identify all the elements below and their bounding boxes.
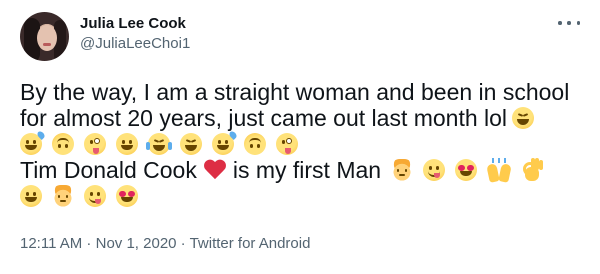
tweet-source-link[interactable]: Twitter for Android bbox=[190, 235, 311, 252]
tweet-time[interactable]: 12:11 AM bbox=[20, 235, 82, 252]
separator: · bbox=[176, 235, 190, 252]
more-options-icon[interactable] bbox=[558, 16, 580, 30]
dot bbox=[567, 21, 571, 25]
grinning-face-with-sweat-icon bbox=[212, 133, 234, 155]
grinning-face-with-sweat-icon bbox=[20, 133, 42, 155]
tweet-date[interactable]: Nov 1, 2020 bbox=[96, 235, 177, 252]
person-blond-hair-icon bbox=[52, 185, 74, 207]
upside-down-face-icon bbox=[244, 133, 266, 155]
upside-down-face-icon bbox=[52, 133, 74, 155]
smiling-face-with-heart-eyes-icon bbox=[455, 159, 478, 181]
face-with-tears-of-joy-icon bbox=[146, 133, 172, 155]
dot bbox=[558, 21, 562, 25]
tweet-line bbox=[20, 131, 590, 157]
ok-hand-icon bbox=[521, 158, 544, 182]
person-blond-hair-icon bbox=[391, 159, 414, 181]
separator: · bbox=[82, 235, 96, 252]
tweet-metadata: 12:11 AM · Nov 1, 2020 · Twitter for And… bbox=[20, 234, 310, 254]
tweet-text-segment: Tim Donald Cook bbox=[20, 157, 197, 183]
avatar-lips bbox=[43, 43, 51, 46]
dot bbox=[576, 21, 580, 25]
tweet-text-segment: is my first Man bbox=[232, 157, 382, 183]
avatar-face bbox=[37, 25, 57, 51]
red-heart-icon bbox=[203, 159, 227, 181]
winking-face-with-tongue-icon bbox=[84, 133, 106, 155]
face-savoring-food-icon bbox=[84, 185, 106, 207]
display-name[interactable]: Julia Lee Cook bbox=[80, 14, 190, 34]
grinning-face-icon bbox=[116, 133, 138, 155]
tweet-line: for almost 20 years, just came out last … bbox=[20, 105, 590, 131]
tweet: Julia Lee Cook @JuliaLeeChoi1 By the way… bbox=[0, 0, 600, 274]
grinning-squinting-face-icon bbox=[180, 133, 202, 155]
face-savoring-food-icon bbox=[423, 159, 446, 181]
author-names: Julia Lee Cook @JuliaLeeChoi1 bbox=[80, 14, 190, 54]
grinning-squinting-face-icon bbox=[512, 107, 535, 129]
winking-face-with-tongue-icon bbox=[276, 133, 298, 155]
avatar[interactable] bbox=[20, 12, 69, 61]
raising-hands-icon bbox=[486, 158, 512, 183]
grinning-face-with-big-eyes-icon bbox=[20, 185, 42, 207]
user-handle[interactable]: @JuliaLeeChoi1 bbox=[80, 34, 190, 54]
smiling-face-with-heart-eyes-icon bbox=[116, 185, 138, 207]
tweet-text-segment: By the way, I am a straight woman and be… bbox=[20, 79, 570, 105]
tweet-text-segment: for almost 20 years, just came out last … bbox=[20, 105, 508, 131]
tweet-text: By the way, I am a straight woman and be… bbox=[20, 79, 590, 209]
tweet-line bbox=[20, 183, 590, 209]
tweet-line: Tim Donald Cook is my first Man bbox=[20, 157, 590, 183]
tweet-line: By the way, I am a straight woman and be… bbox=[20, 79, 590, 105]
